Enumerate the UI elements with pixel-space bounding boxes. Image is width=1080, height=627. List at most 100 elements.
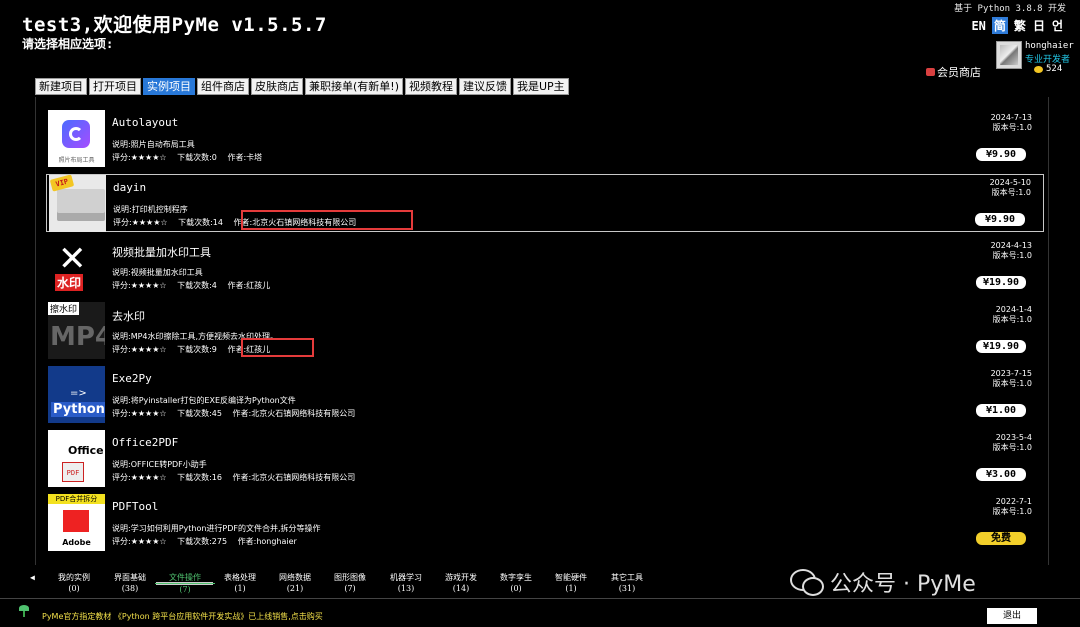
lang-zh-traditional[interactable]: 繁 bbox=[1013, 17, 1027, 34]
category-count: (0) bbox=[68, 584, 80, 593]
price-button[interactable]: ¥19.90 bbox=[976, 340, 1026, 353]
project-meta: 2023-5-4 版本号:1.0 bbox=[993, 433, 1032, 453]
watermark-text: 公众号 · PyMe bbox=[830, 572, 976, 597]
category-label: 机器学习 bbox=[390, 573, 422, 582]
category-other-tools[interactable]: 其它工具 (31) bbox=[597, 572, 657, 594]
printer-icon bbox=[57, 189, 105, 221]
tab-skin-store[interactable]: 皮肤商店 bbox=[251, 78, 303, 95]
project-name: Autolayout bbox=[112, 116, 179, 129]
lang-ja[interactable]: 日 bbox=[1032, 17, 1046, 34]
category-count: (14) bbox=[452, 584, 470, 593]
category-label: 网络数据 bbox=[279, 573, 311, 582]
project-list: 照片布局工具 Autolayout 说明:照片自动布局工具 评分:★★★★☆ 下… bbox=[35, 97, 1049, 565]
tab-video-tutorials[interactable]: 视频教程 bbox=[405, 78, 457, 95]
project-item-video-watermark[interactable]: ✕ 水印 视频批量加水印工具 说明:视频批量加水印工具 评分:★★★★☆ 下载次… bbox=[46, 238, 1044, 296]
project-author: 作者:红孩儿 bbox=[227, 281, 271, 290]
project-version: 版本号:1.0 bbox=[992, 251, 1032, 260]
vip-store-label: 会员商店 bbox=[937, 66, 981, 79]
category-smart-hardware[interactable]: 智能硬件 (1) bbox=[541, 572, 601, 594]
tab-open-project[interactable]: 打开项目 bbox=[89, 78, 141, 95]
lang-en[interactable]: EN bbox=[970, 19, 986, 33]
coin-balance: 524 bbox=[1034, 64, 1062, 74]
project-item-exe2py[interactable]: => Python Exe2Py 说明:将Pyinstaller打包的EXE反编… bbox=[46, 366, 1044, 424]
tab-feedback[interactable]: 建议反馈 bbox=[459, 78, 511, 95]
lang-zh-simplified[interactable]: 简 bbox=[991, 17, 1008, 34]
project-description: 说明:打印机控制程序 bbox=[113, 205, 188, 214]
project-downloads: 下载次数:16 bbox=[177, 473, 222, 482]
project-downloads: 下载次数:0 bbox=[177, 153, 217, 162]
scroll-left-icon[interactable]: ◀ bbox=[30, 573, 35, 582]
category-label: 数字孪生 bbox=[500, 573, 532, 582]
category-label: 智能硬件 bbox=[555, 573, 587, 582]
project-item-pdftool[interactable]: PDF合并拆分 Adobe PDFTool 说明:学习如何利用Python进行P… bbox=[46, 494, 1044, 552]
language-switcher: EN 简 繁 日 언 bbox=[970, 17, 1064, 34]
tab-example-projects[interactable]: 实例项目 bbox=[143, 78, 195, 95]
category-ui-basics[interactable]: 界面基础 (38) bbox=[100, 572, 160, 594]
project-item-office2pdf[interactable]: Office PDF Office2PDF 说明:OFFICE转PDF小助手 评… bbox=[46, 430, 1044, 488]
project-author: 作者:北京火石镇网络科技有限公司 bbox=[232, 409, 356, 418]
category-digital-twin[interactable]: 数字孪生 (0) bbox=[486, 572, 546, 594]
category-graphics[interactable]: 图形图像 (7) bbox=[320, 572, 380, 594]
price-button[interactable]: ¥3.00 bbox=[976, 468, 1026, 481]
project-meta: 2024-4-13 版本号:1.0 bbox=[991, 241, 1032, 261]
project-rating: 评分:★★★★☆ bbox=[112, 281, 167, 290]
tab-i-am-up[interactable]: 我是UP主 bbox=[513, 78, 569, 95]
project-meta: 2024-1-4 版本号:1.0 bbox=[993, 305, 1032, 325]
price-button[interactable]: ¥19.90 bbox=[976, 276, 1026, 289]
avatar[interactable] bbox=[996, 41, 1022, 69]
project-downloads: 下载次数:14 bbox=[178, 218, 223, 227]
vip-store-link[interactable]: 会员商店 bbox=[926, 64, 981, 80]
category-count: (7) bbox=[344, 584, 356, 593]
project-author: 作者:卡塔 bbox=[227, 153, 263, 162]
category-game-dev[interactable]: 游戏开发 (14) bbox=[431, 572, 491, 594]
capcut-logo-icon: ✕ bbox=[58, 239, 87, 279]
price-button[interactable]: ¥9.90 bbox=[975, 213, 1025, 226]
project-item-dayin[interactable]: VIP dayin 说明:打印机控制程序 评分:★★★★☆ 下载次数:14 作者… bbox=[46, 174, 1044, 232]
author-highlight-box bbox=[241, 210, 413, 230]
project-date: 2022-7-1 bbox=[995, 497, 1032, 506]
category-my-examples[interactable]: 我的实例 (0) bbox=[44, 572, 104, 594]
coin-count: 524 bbox=[1046, 64, 1063, 74]
category-network-data[interactable]: 网络数据 (21) bbox=[265, 572, 325, 594]
price-button[interactable]: ¥1.00 bbox=[976, 404, 1026, 417]
category-spreadsheet[interactable]: 表格处理 (1) bbox=[210, 572, 270, 594]
lang-ko[interactable]: 언 bbox=[1051, 17, 1064, 34]
project-version: 版本号:1.0 bbox=[992, 507, 1032, 516]
project-rating: 评分:★★★★☆ bbox=[112, 409, 167, 418]
project-name: 视频批量加水印工具 bbox=[112, 246, 211, 259]
project-rating: 评分:★★★★☆ bbox=[112, 345, 167, 354]
free-button[interactable]: 免费 bbox=[976, 532, 1026, 545]
category-count: (31) bbox=[618, 584, 636, 593]
tab-new-project[interactable]: 新建项目 bbox=[35, 78, 87, 95]
project-version: 版本号:1.0 bbox=[992, 443, 1032, 452]
project-meta: 2024-5-10 版本号:1.0 bbox=[990, 178, 1031, 198]
category-machine-learning[interactable]: 机器学习 (13) bbox=[376, 572, 436, 594]
user-info: honghaier 专业开发者 524 bbox=[996, 41, 1078, 75]
project-date: 2024-1-4 bbox=[995, 305, 1032, 314]
project-rating: 评分:★★★★☆ bbox=[112, 473, 167, 482]
project-meta: 2022-7-1 版本号:1.0 bbox=[993, 497, 1032, 517]
book-promo-link[interactable]: PyMe官方指定教材 《Python 跨平台应用软件开发实战》已上线销售,点击购… bbox=[42, 611, 323, 622]
category-file-operations[interactable]: 文件操作 (7) bbox=[155, 572, 215, 595]
tab-freelance-jobs[interactable]: 兼职接单(有新单!) bbox=[305, 78, 403, 95]
project-rating: 评分:★★★★☆ bbox=[112, 153, 167, 162]
mp4-text: MP4 bbox=[50, 322, 105, 352]
project-description: 说明:将Pyinstaller打包的EXE反编译为Python文件 bbox=[112, 396, 296, 405]
project-date: 2024-4-13 bbox=[990, 241, 1032, 250]
project-item-autolayout[interactable]: 照片布局工具 Autolayout 说明:照片自动布局工具 评分:★★★★☆ 下… bbox=[46, 110, 1044, 168]
project-version: 版本号:1.0 bbox=[991, 188, 1031, 197]
project-meta: 2023-7-15 版本号:1.0 bbox=[991, 369, 1032, 389]
wechat-icon bbox=[790, 569, 824, 596]
project-version: 版本号:1.0 bbox=[992, 315, 1032, 324]
page-subtitle: 请选择相应选项: bbox=[22, 37, 114, 51]
arrow-text: => bbox=[70, 388, 87, 399]
project-thumbnail: 照片布局工具 bbox=[48, 110, 105, 167]
thumbnail-caption: PDF合并拆分 bbox=[48, 494, 105, 504]
project-downloads: 下载次数:9 bbox=[177, 345, 217, 354]
project-item-remove-watermark[interactable]: 擦水印 MP4 去水印 说明:MP4水印擦除工具,方便视频去水印处理。 评分:★… bbox=[46, 302, 1044, 360]
category-label: 图形图像 bbox=[334, 573, 366, 582]
price-button[interactable]: ¥9.90 bbox=[976, 148, 1026, 161]
author-highlight-box bbox=[241, 338, 314, 357]
exit-button[interactable]: 退出 bbox=[987, 608, 1037, 624]
tab-component-store[interactable]: 组件商店 bbox=[197, 78, 249, 95]
